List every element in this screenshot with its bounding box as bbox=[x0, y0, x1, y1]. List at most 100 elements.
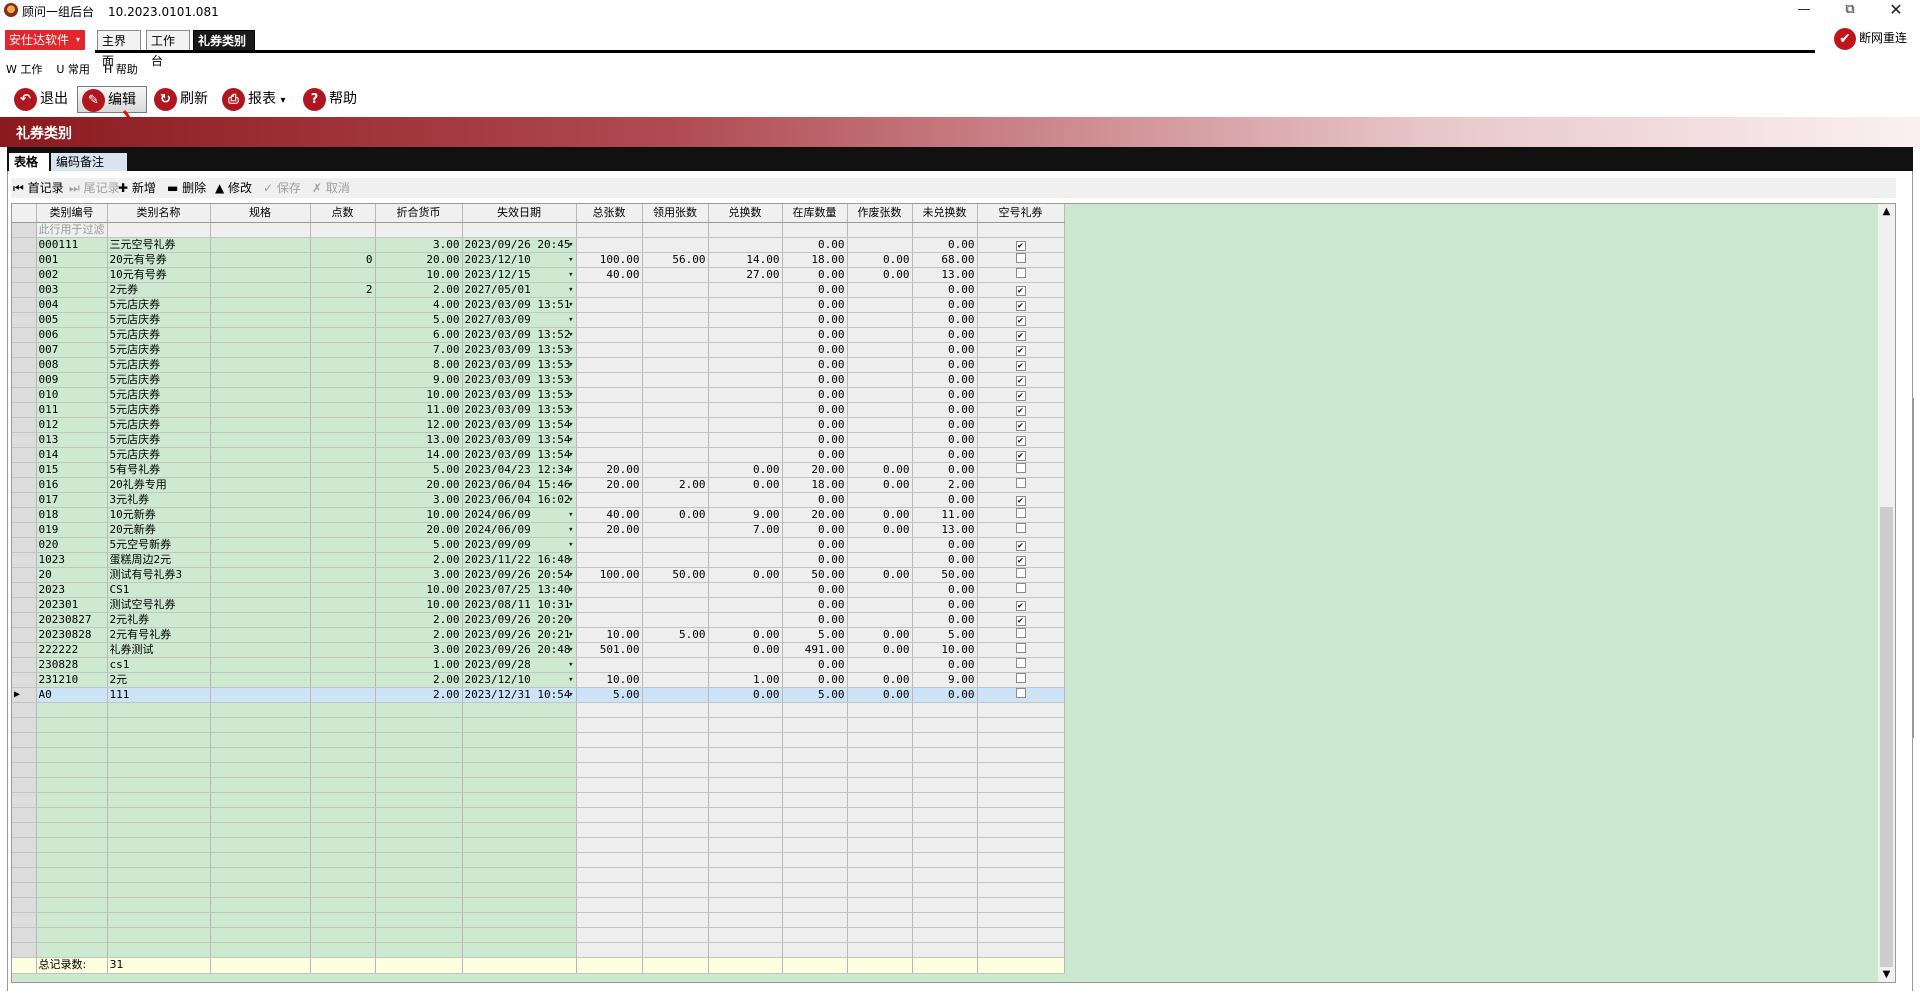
table-cell[interactable]: 0.00 bbox=[782, 552, 848, 568]
table-cell[interactable]: 5.00 bbox=[375, 312, 463, 328]
table-cell[interactable]: 0.00 bbox=[912, 612, 978, 628]
table-row[interactable]: 202308282元有号礼券2.002023/09/26 20:2110.005… bbox=[12, 627, 1065, 643]
table-cell[interactable]: 5元店庆券 bbox=[107, 297, 211, 313]
table-cell[interactable]: 12.00 bbox=[375, 417, 463, 433]
table-row[interactable]: 0075元店庆券 7.002023/03/09 13:53 0.00 0.00 ✔ bbox=[12, 342, 1065, 358]
table-cell[interactable]: 0.00 bbox=[782, 492, 848, 508]
table-cell[interactable]: 20.00 bbox=[782, 507, 848, 523]
table-row[interactable]: 222222礼券测试 3.002023/09/26 20:48501.00 0.00… bbox=[12, 642, 1065, 658]
table-cell[interactable]: 0.00 bbox=[912, 582, 978, 598]
table-cell[interactable]: A0 bbox=[36, 687, 108, 703]
tab-grid[interactable]: 表格 bbox=[9, 153, 49, 171]
checkbox-checked[interactable]: ✔ bbox=[1015, 240, 1026, 251]
table-cell[interactable]: 40.00 bbox=[576, 507, 643, 523]
table-cell[interactable]: 5元店庆券 bbox=[107, 432, 211, 448]
table-cell[interactable] bbox=[576, 402, 643, 418]
table-cell[interactable] bbox=[642, 552, 709, 568]
checkbox-unchecked[interactable] bbox=[1015, 522, 1026, 533]
table-cell[interactable]: 2.00 bbox=[375, 672, 463, 688]
table-cell[interactable]: 0.00 bbox=[708, 462, 783, 478]
checkbox-unchecked[interactable] bbox=[1015, 657, 1026, 668]
table-cell[interactable]: 020 bbox=[36, 537, 108, 553]
table-cell[interactable] bbox=[210, 327, 311, 343]
filter-cell[interactable] bbox=[912, 222, 978, 238]
table-cell[interactable]: 2027/05/01 bbox=[462, 282, 577, 298]
table-cell[interactable] bbox=[210, 612, 311, 628]
table-cell[interactable]: 2023/12/31 10:54 bbox=[462, 687, 577, 703]
table-cell[interactable]: 50.00 bbox=[782, 567, 848, 583]
menu-work[interactable]: W 工作 bbox=[6, 63, 42, 76]
table-cell[interactable] bbox=[310, 402, 376, 418]
table-cell[interactable]: 5元店庆券 bbox=[107, 312, 211, 328]
row-header[interactable] bbox=[12, 582, 37, 598]
table-cell[interactable]: 0.00 bbox=[847, 567, 913, 583]
table-cell[interactable]: 1023 bbox=[36, 552, 108, 568]
table-row[interactable]: 1023蛋糕周边2元 2.002023/11/22 16:48 0.00 0.00 ✔ bbox=[12, 552, 1065, 568]
row-header[interactable] bbox=[12, 597, 37, 613]
table-cell[interactable] bbox=[708, 612, 783, 628]
table-cell[interactable]: 13.00 bbox=[912, 267, 978, 283]
table-cell[interactable]: 0.00 bbox=[912, 687, 978, 703]
table-cell[interactable]: 20 bbox=[36, 567, 108, 583]
table-cell[interactable]: 0.00 bbox=[912, 657, 978, 673]
table-cell[interactable] bbox=[576, 417, 643, 433]
table-cell[interactable]: 2023/09/26 20:20 bbox=[462, 612, 577, 628]
table-cell[interactable] bbox=[708, 432, 783, 448]
column-header[interactable]: 类别编号 bbox=[36, 204, 108, 223]
table-cell[interactable]: 10.00 bbox=[375, 387, 463, 403]
table-cell[interactable]: 蛋糕周边2元 bbox=[107, 552, 211, 568]
table-cell[interactable] bbox=[708, 537, 783, 553]
table-row[interactable]: 20测试有号礼券33.002023/09/26 20:54100.0050.00… bbox=[12, 567, 1065, 583]
table-row[interactable]: ▶A01112.002023/12/31 10:545.000.005.000.… bbox=[12, 687, 1065, 703]
table-cell[interactable] bbox=[210, 297, 311, 313]
table-row[interactable]: 202308272元礼券 2.002023/09/26 20:20 0.00 0.00… bbox=[12, 612, 1065, 628]
table-cell[interactable]: 0.00 bbox=[782, 402, 848, 418]
table-cell[interactable]: 0.00 bbox=[782, 312, 848, 328]
table-cell[interactable] bbox=[642, 462, 709, 478]
checkbox-checked[interactable]: ✔ bbox=[1015, 300, 1026, 311]
table-cell[interactable] bbox=[847, 342, 913, 358]
table-cell[interactable]: 5.00 bbox=[782, 687, 848, 703]
minimize-icon[interactable]: — bbox=[1781, 0, 1827, 22]
table-cell[interactable] bbox=[847, 387, 913, 403]
table-cell[interactable] bbox=[708, 312, 783, 328]
table-cell[interactable]: 0.00 bbox=[912, 372, 978, 388]
table-cell[interactable] bbox=[310, 267, 376, 283]
empty-voucher-checkbox-cell[interactable]: ✔ bbox=[977, 402, 1065, 418]
empty-voucher-checkbox-cell[interactable] bbox=[977, 672, 1065, 688]
empty-voucher-checkbox-cell[interactable]: ✔ bbox=[977, 492, 1065, 508]
filter-cell[interactable] bbox=[847, 222, 913, 238]
table-cell[interactable]: 5有号礼券 bbox=[107, 462, 211, 478]
table-cell[interactable] bbox=[642, 537, 709, 553]
row-header[interactable] bbox=[12, 522, 37, 538]
table-cell[interactable] bbox=[310, 432, 376, 448]
empty-voucher-checkbox-cell[interactable]: ✔ bbox=[977, 282, 1065, 298]
table-cell[interactable]: 0.00 bbox=[782, 537, 848, 553]
report-button[interactable]: ⎙ 报表 ▾ bbox=[218, 86, 294, 113]
table-cell[interactable] bbox=[708, 357, 783, 373]
empty-voucher-checkbox-cell[interactable]: ✔ bbox=[977, 312, 1065, 328]
table-row[interactable]: 01620礼券专用20.002023/06/04 15:4620.002.000… bbox=[12, 477, 1065, 493]
filter-cell[interactable]: 此行用于过滤 bbox=[36, 222, 108, 238]
last-record-button[interactable]: ⏭ 尾记录 bbox=[69, 180, 120, 196]
checkbox-unchecked[interactable] bbox=[1015, 567, 1026, 578]
table-cell[interactable] bbox=[210, 372, 311, 388]
table-cell[interactable]: 2.00 bbox=[375, 282, 463, 298]
table-cell[interactable] bbox=[576, 342, 643, 358]
table-cell[interactable] bbox=[708, 237, 783, 253]
checkbox-checked[interactable]: ✔ bbox=[1015, 315, 1026, 326]
table-cell[interactable]: 0.00 bbox=[912, 237, 978, 253]
table-cell[interactable] bbox=[642, 582, 709, 598]
table-cell[interactable] bbox=[708, 342, 783, 358]
table-cell[interactable]: 20元有号券 bbox=[107, 252, 211, 268]
table-cell[interactable]: 0.00 bbox=[782, 522, 848, 538]
tab-voucher-category[interactable]: 礼券类别 bbox=[193, 30, 255, 51]
table-cell[interactable] bbox=[708, 402, 783, 418]
table-cell[interactable]: 231210 bbox=[36, 672, 108, 688]
table-cell[interactable]: 2元 bbox=[107, 672, 211, 688]
row-header[interactable] bbox=[12, 672, 37, 688]
row-header[interactable] bbox=[12, 507, 37, 523]
table-cell[interactable] bbox=[847, 372, 913, 388]
table-cell[interactable]: 000111 bbox=[36, 237, 108, 253]
table-cell[interactable] bbox=[210, 237, 311, 253]
